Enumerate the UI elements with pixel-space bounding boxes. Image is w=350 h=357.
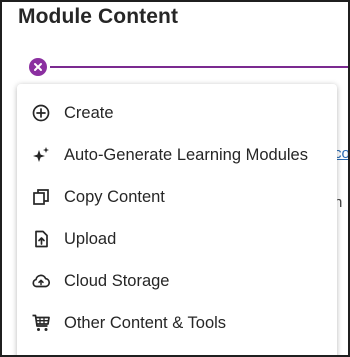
menu-item-label: Other Content & Tools bbox=[64, 313, 227, 332]
menu-item-label: Copy Content bbox=[64, 187, 165, 206]
copy-icon bbox=[31, 187, 51, 207]
add-content-menu: Create Auto-Generate Learning Modules Co… bbox=[17, 84, 337, 355]
add-content-line bbox=[50, 66, 348, 68]
window-frame: Module Content co n Create Auto-Generate… bbox=[0, 0, 350, 357]
sparkle-icon bbox=[31, 145, 51, 165]
menu-item-auto-generate[interactable]: Auto-Generate Learning Modules bbox=[17, 135, 337, 175]
close-icon bbox=[34, 63, 42, 71]
cart-icon bbox=[31, 313, 51, 333]
plus-circle-icon bbox=[31, 103, 51, 123]
menu-item-label: Create bbox=[64, 103, 114, 122]
upload-icon bbox=[31, 229, 51, 249]
page-title: Module Content bbox=[18, 5, 179, 28]
cloud-icon bbox=[31, 271, 51, 291]
menu-item-cloud-storage[interactable]: Cloud Storage bbox=[17, 261, 337, 301]
menu-item-create[interactable]: Create bbox=[17, 93, 337, 133]
menu-item-other-content-tools[interactable]: Other Content & Tools bbox=[17, 303, 337, 343]
menu-item-copy-content[interactable]: Copy Content bbox=[17, 177, 337, 217]
menu-item-label: Cloud Storage bbox=[64, 271, 170, 290]
menu-item-label: Upload bbox=[64, 229, 117, 248]
menu-item-label: Auto-Generate Learning Modules bbox=[64, 145, 308, 164]
close-menu-button[interactable] bbox=[29, 58, 47, 76]
menu-item-upload[interactable]: Upload bbox=[17, 219, 337, 259]
